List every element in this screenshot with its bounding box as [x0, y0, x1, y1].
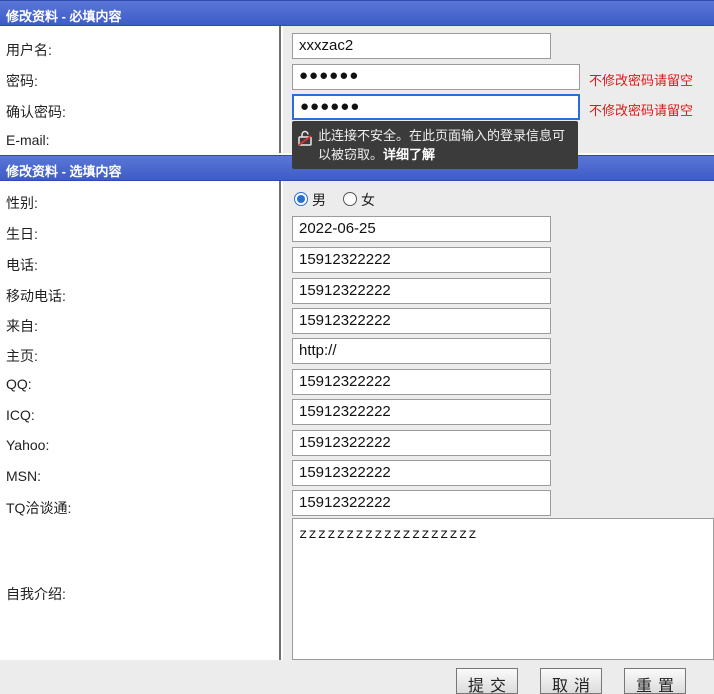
icq-input[interactable]: 15912322222 [292, 399, 551, 425]
tq-input[interactable]: 15912322222 [292, 490, 551, 516]
confirm-password-label: 确认密码: [6, 104, 66, 120]
gender-male-radio[interactable] [294, 192, 308, 206]
confirm-password-input[interactable]: ●●●●●● [292, 94, 580, 120]
birthday-label: 生日: [6, 226, 38, 242]
from-input[interactable]: 15912322222 [292, 308, 551, 334]
birthday-input[interactable]: 2022-06-25 [292, 216, 551, 242]
homepage-label: 主页: [6, 348, 38, 364]
icq-label: ICQ: [6, 407, 35, 423]
intro-label: 自我介绍: [6, 586, 66, 602]
gender-female-radio[interactable] [343, 192, 357, 206]
msn-input[interactable]: 15912322222 [292, 460, 551, 486]
from-label: 来自: [6, 318, 38, 334]
password-hint: 不修改密码请留空 [589, 73, 694, 88]
required-section-header: 修改资料 - 必填内容 [0, 0, 714, 26]
yahoo-label: Yahoo: [6, 437, 50, 453]
yahoo-input[interactable]: 15912322222 [292, 430, 551, 456]
reset-button[interactable]: 重置 [624, 668, 686, 694]
intro-textarea[interactable]: zzzzzzzzzzzzzzzzzzz [292, 518, 714, 660]
broken-lock-icon [298, 130, 312, 146]
tq-label: TQ洽谈通: [6, 500, 72, 516]
username-input[interactable]: xxxzac2 [292, 33, 551, 59]
button-bar [0, 660, 714, 694]
gender-female-label: 女 [361, 192, 375, 208]
cancel-button[interactable]: 取消 [540, 668, 602, 694]
qq-label: QQ: [6, 376, 32, 392]
username-label: 用户名: [6, 42, 52, 58]
mobile-label: 移动电话: [6, 288, 66, 304]
submit-button[interactable]: 提交 [456, 668, 518, 694]
homepage-input[interactable]: http:// [292, 338, 551, 364]
tooltip-message: 此连接不安全。在此页面输入的登录信息可以被窃取。 [318, 128, 566, 162]
phone-input[interactable]: 15912322222 [292, 247, 551, 273]
msn-label: MSN: [6, 468, 41, 484]
gender-male-label: 男 [312, 192, 326, 208]
insecure-login-tooltip: 此连接不安全。在此页面输入的登录信息可以被窃取。详细了解 [292, 121, 578, 169]
mobile-input[interactable]: 15912322222 [292, 278, 551, 304]
email-label: E-mail: [6, 132, 50, 148]
password-input[interactable]: ●●●●●● [292, 64, 580, 90]
learn-more-link[interactable]: 详细了解 [383, 147, 435, 162]
gender-label: 性别: [6, 195, 38, 211]
qq-input[interactable]: 15912322222 [292, 369, 551, 395]
password-label: 密码: [6, 73, 38, 89]
confirm-password-hint: 不修改密码请留空 [589, 103, 694, 118]
phone-label: 电话: [6, 257, 38, 273]
